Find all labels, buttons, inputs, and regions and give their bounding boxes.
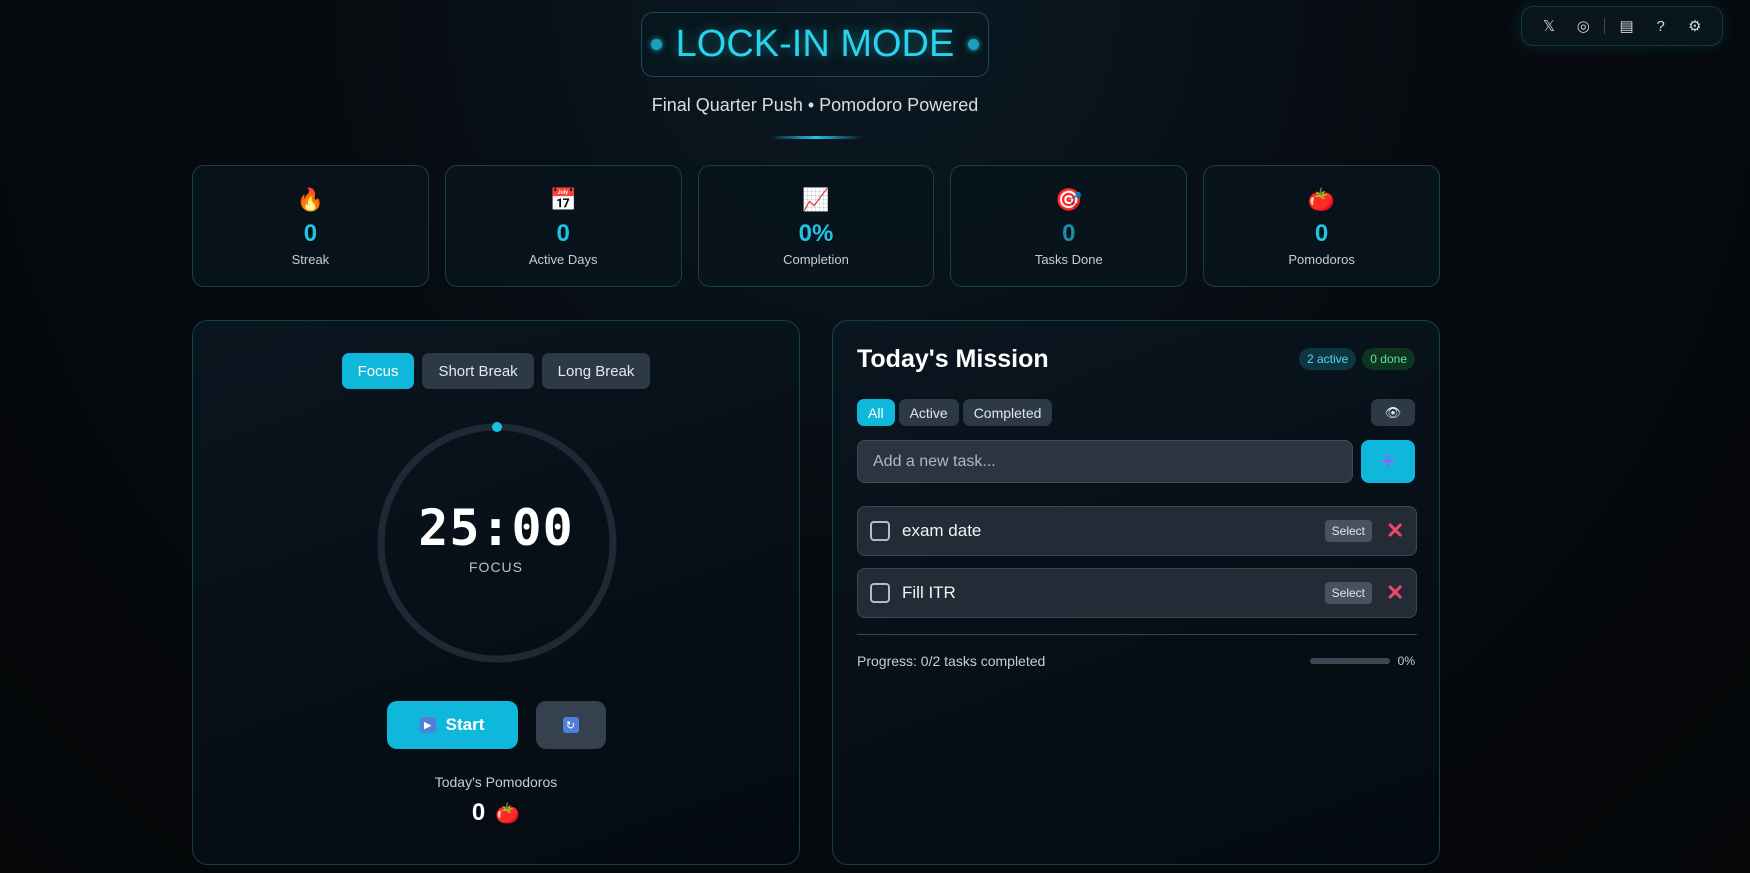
mission-panel: Today's Mission 2 active 0 done All Acti… xyxy=(832,320,1440,865)
tab-long-break[interactable]: Long Break xyxy=(541,353,651,389)
toolbar-divider xyxy=(1604,18,1606,34)
progress-percent: 0% xyxy=(1397,654,1415,668)
filter-completed[interactable]: Completed xyxy=(962,399,1053,426)
delete-icon[interactable]: ✕ xyxy=(1386,580,1404,606)
eye-icon[interactable]: 👁 xyxy=(1371,399,1415,426)
start-button-label: Start xyxy=(445,715,485,734)
task-checkbox[interactable] xyxy=(870,521,890,541)
timer-display: 25:00 xyxy=(418,499,574,557)
task-text: Fill ITR xyxy=(902,583,956,602)
stat-card-tasks-done: 🎯 0 Tasks Done xyxy=(950,165,1188,287)
filter-all[interactable]: All xyxy=(857,399,895,426)
title-dot-right xyxy=(968,39,980,50)
tomato-icon: 🍅 xyxy=(1307,186,1336,212)
active-count-badge: 2 active xyxy=(1298,348,1357,370)
tab-focus[interactable]: Focus xyxy=(341,353,415,389)
done-count-badge: 0 done xyxy=(1362,348,1415,370)
reset-button[interactable]: ↻ xyxy=(535,701,606,749)
chart-icon: 📈 xyxy=(802,186,830,212)
app-title: LOCK-IN MODE xyxy=(675,23,955,65)
task-text: exam date xyxy=(902,521,982,540)
task-checkbox[interactable] xyxy=(870,583,890,603)
x-logo-icon[interactable]: 𝕏 xyxy=(1536,13,1562,39)
stat-label: Active Days xyxy=(528,251,598,267)
notes-icon[interactable]: ▤ xyxy=(1614,13,1640,39)
timer-panel: Focus Short Break Long Break 25:00 FOCUS… xyxy=(192,320,800,865)
progress-bar xyxy=(1310,658,1390,664)
app-title-box: LOCK-IN MODE xyxy=(641,12,989,77)
filter-active[interactable]: Active xyxy=(898,399,959,426)
settings-icon[interactable]: ⚙ xyxy=(1682,13,1708,39)
stat-card-completion: 📈 0% Completion xyxy=(697,165,935,287)
add-task-button[interactable]: + xyxy=(1361,440,1415,483)
play-icon: ▶ xyxy=(419,717,436,733)
github-icon[interactable]: ◎ xyxy=(1570,13,1596,39)
stat-value: 0 xyxy=(556,219,570,247)
timer-ring-marker xyxy=(492,422,502,432)
target-icon: 🎯 xyxy=(1055,186,1083,212)
fire-icon: 🔥 xyxy=(296,186,325,212)
mission-title: Today's Mission xyxy=(857,345,1049,373)
timer-controls: ▶ Start ↻ xyxy=(193,701,799,749)
stats-row: 🔥 0 Streak 📅 0 Active Days 📈 0% Completi… xyxy=(192,165,1440,287)
stat-value: 0% xyxy=(798,219,834,247)
app-page: 𝕏 ◎ ▤ ? ⚙ LOCK-IN MODE Final Quarter Pus… xyxy=(0,0,1750,873)
tab-short-break[interactable]: Short Break xyxy=(422,353,534,389)
task-filters: All Active Completed xyxy=(857,399,1053,426)
timer-mode-tabs: Focus Short Break Long Break xyxy=(193,353,799,389)
today-pomodoros-label: Today's Pomodoros xyxy=(434,774,558,790)
stat-value: 0 xyxy=(1062,219,1076,247)
subtitle-underline xyxy=(770,136,862,139)
new-task-input[interactable] xyxy=(857,440,1353,483)
app-subtitle: Final Quarter Push • Pomodoro Powered xyxy=(651,95,979,115)
stat-label: Completion xyxy=(783,251,849,267)
task-select-button[interactable]: Select xyxy=(1324,582,1372,604)
timer-mode-label: FOCUS xyxy=(469,559,523,575)
title-dot-left xyxy=(650,39,662,50)
stat-value: 0 xyxy=(303,219,318,247)
tomato-icon: 🍅 xyxy=(495,802,521,825)
delete-icon[interactable]: ✕ xyxy=(1386,518,1404,544)
stat-label: Tasks Done xyxy=(1034,251,1103,267)
stat-card-pomodoros: 🍅 0 Pomodoros xyxy=(1203,165,1440,287)
task-select-button[interactable]: Select xyxy=(1324,520,1372,542)
mission-badges: 2 active 0 done xyxy=(1298,348,1415,370)
start-button[interactable]: ▶ Start xyxy=(386,701,518,749)
today-pomodoros: 0 🍅 xyxy=(193,799,799,827)
task-item: exam date Select ✕ xyxy=(857,506,1417,556)
progress-divider xyxy=(857,634,1417,635)
task-list: exam date Select ✕ Fill ITR Select ✕ xyxy=(857,506,1417,630)
stat-card-streak: 🔥 0 Streak xyxy=(192,165,429,287)
help-icon[interactable]: ? xyxy=(1648,13,1674,39)
today-pomodoros-count: 0 xyxy=(471,799,486,826)
stat-label: Streak xyxy=(291,251,330,267)
task-item: Fill ITR Select ✕ xyxy=(857,568,1417,618)
stat-card-active-days: 📅 0 Active Days xyxy=(444,165,682,287)
progress-text: Progress: 0/2 tasks completed xyxy=(857,653,1046,669)
top-toolbar: 𝕏 ◎ ▤ ? ⚙ xyxy=(1521,6,1723,46)
calendar-icon: 📅 xyxy=(549,186,577,212)
stat-label: Pomodoros xyxy=(1288,251,1355,267)
reset-icon: ↻ xyxy=(562,717,579,733)
stat-value: 0 xyxy=(1314,219,1329,247)
